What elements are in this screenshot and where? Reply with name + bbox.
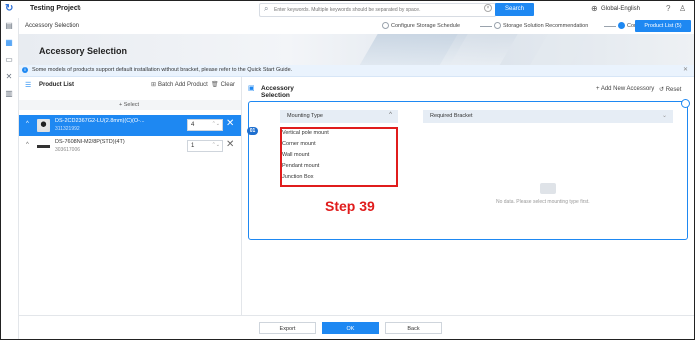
select-all-row[interactable]: + Select [19,100,241,110]
page-title: Accessory Selection [39,46,128,56]
step-configure-storage[interactable]: Configure Storage Schedule [382,21,460,31]
required-bracket-label: Required Bracket [430,113,473,119]
select-text: Select [123,102,140,108]
main-content: ☰ Product List ⊞ Batch Add Product 🗑 Clear… [19,77,694,339]
user-icon[interactable]: ♙ [679,4,686,13]
empty-state-text: No data. Please select mounting type fir… [496,199,590,205]
close-icon[interactable]: ✕ [683,66,688,73]
step-storage-recommendation[interactable]: Storage Solution Recommendation [494,21,588,31]
clear-button[interactable]: 🗑 Clear [211,81,235,88]
product-row[interactable]: ^ DS-7608NI-M2/8P(STD)(4T) 303617006 1 ⌃… [19,136,241,157]
product-list-button[interactable]: Product List (5) [635,20,691,32]
product-list-title: Product List [39,82,75,88]
mounting-type-column: Mounting Type ^ Vertical pole mount Corn… [280,110,398,232]
globe-icon[interactable]: ⊕ [591,4,598,13]
batch-add-icon: ⊞ [151,82,157,88]
app-window: ✕ PRO ✕ PRO ✕ PRO ↻ Testing Project ✎ ⌕ … [0,0,695,340]
select-label: + Select [119,102,140,108]
product-name: DS-2CD2367G2-LU(2.8mm)(C)(O-... [55,118,145,124]
quantity-value: 4 [191,122,195,128]
sub-bar: Accessory Selection Configure Storage Sc… [19,18,694,35]
card-corner-handle[interactable] [681,99,690,108]
step-connector [604,26,616,27]
chevron-up-icon[interactable]: ^ [389,112,392,118]
delete-icon[interactable]: ✕ [226,139,234,151]
product-row[interactable]: ^ DS-2CD2367G2-LU(2.8mm)(C)(O-... 311321… [19,115,241,136]
nvr-thumbnail [37,140,50,153]
language-selector[interactable]: Global-English [601,6,640,12]
product-list-panel: ☰ Product List ⊞ Batch Add Product 🗑 Clear… [19,77,242,315]
batch-add-product-button[interactable]: ⊞ Batch Add Product [151,81,208,88]
search-input[interactable] [274,5,489,14]
add-accessory-label: Add New Accessory [600,86,655,92]
trash-icon: 🗑 [211,82,219,88]
mounting-type-label: Mounting Type [287,113,323,119]
product-name: DS-7608NI-M2/8P(STD)(4T) [55,139,125,145]
nav-documents-icon[interactable]: ▥ [4,89,14,99]
spinner-icon[interactable]: ⌃⌄ [212,121,220,127]
nav-tools-icon[interactable]: ✕ [4,72,14,82]
step-dot-icon [382,22,389,30]
camera-thumbnail [37,119,50,132]
info-notice: i Some models of products support defaul… [19,65,694,77]
app-logo-icon[interactable]: ↻ [5,4,15,14]
card-index-badge: 01 [247,127,258,135]
empty-box-icon [540,183,556,194]
quantity-value: 1 [191,143,195,149]
breadcrumb: Accessory Selection [25,23,80,29]
help-icon[interactable]: ? [666,4,670,13]
reset-label: Reset [665,87,682,93]
delete-icon[interactable]: ✕ [226,118,234,130]
banner-decoration [530,34,588,65]
info-icon: i [22,67,28,73]
step-dot-icon [494,22,501,30]
step-annotation-label: Step 39 [325,198,375,214]
nav-devices-icon[interactable]: ▭ [4,55,14,65]
page-banner: Accessory Selection [19,34,694,65]
accessory-card: 01 Mounting Type ^ Vertical pole mount C… [247,99,690,240]
chevron-down-icon[interactable]: ⌄ [662,112,667,119]
step-label: Configure Storage Schedule [391,23,461,29]
notice-text: Some models of products support default … [32,67,293,73]
product-list-header: ☰ Product List ⊞ Batch Add Product 🗑 Clear [19,77,241,93]
quantity-stepper[interactable]: 4 ⌃⌄ [187,119,223,131]
step-dot-icon [618,22,625,30]
search-button[interactable]: Search [495,3,534,16]
clear-search-icon[interactable]: × [484,4,492,12]
required-bracket-column: Required Bracket ⌄ No data. Please selec… [423,110,673,232]
list-icon: ☰ [25,82,32,89]
batch-add-label: Batch Add Product [158,82,208,88]
mounting-type-dropdown[interactable]: Mounting Type ^ [280,110,398,123]
top-bar: ↻ Testing Project ✎ ⌕ × Search ⊕ Global-… [1,1,694,19]
spinner-icon[interactable]: ⌃⌄ [212,142,220,148]
side-nav: ▤ ▦ ▭ ✕ ▥ [1,18,19,339]
search-box: ⌕ [259,3,496,17]
chevron-up-icon[interactable]: ^ [26,121,29,127]
ok-button[interactable]: OK [322,322,379,334]
highlight-box [280,127,398,187]
product-code: 303617006 [55,147,81,153]
edit-icon[interactable]: ✎ [76,4,82,12]
nav-home-icon[interactable]: ▤ [4,21,14,31]
chevron-up-icon[interactable]: ^ [26,142,29,148]
project-title: Testing Project [30,5,81,12]
footer-bar: Export OK Back [19,315,694,339]
reset-button[interactable]: ↺ Reset [659,86,681,93]
clear-label: Clear [220,82,235,88]
accessory-selection-title: Accessory Selection [261,85,294,99]
back-button[interactable]: Back [385,322,442,334]
product-code: 311321992 [55,126,80,132]
search-icon: ⌕ [264,4,269,13]
accessory-icon: ▣ [248,85,255,92]
nav-apps-icon[interactable]: ▦ [4,38,14,48]
required-bracket-dropdown[interactable]: Required Bracket ⌄ [423,110,673,123]
add-new-accessory-button[interactable]: + Add New Accessory [596,86,654,92]
step-label: Storage Solution Recommendation [503,23,589,29]
export-button[interactable]: Export [259,322,316,334]
quantity-stepper[interactable]: 1 ⌃⌄ [187,140,223,152]
step-connector [480,26,492,27]
